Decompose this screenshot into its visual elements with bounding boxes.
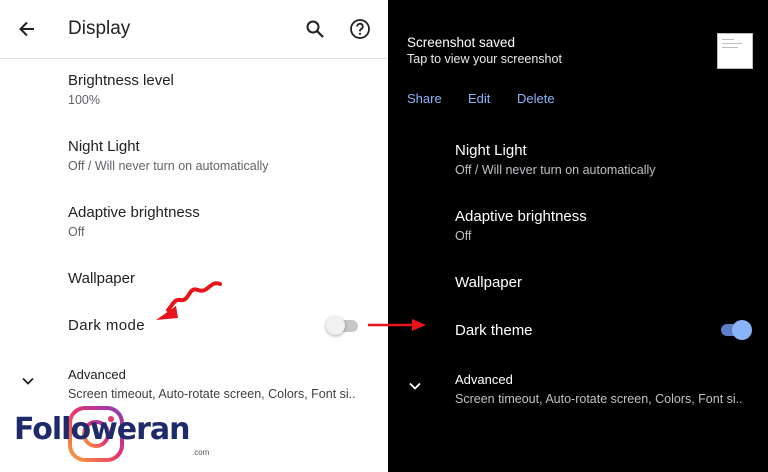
dark-mode-toggle[interactable] [326, 316, 360, 335]
setting-night-light[interactable]: Night Light Off / Will never turn on aut… [68, 138, 269, 174]
setting-summary: Screen timeout, Auto-rotate screen, Colo… [455, 392, 743, 406]
search-icon[interactable] [298, 12, 332, 46]
notification-title[interactable]: Screenshot saved [407, 35, 515, 50]
dark-theme-toggle[interactable] [719, 320, 753, 340]
setting-summary: Off / Will never turn on automatically [455, 163, 656, 177]
chevron-down-icon[interactable] [398, 369, 432, 403]
setting-title: Dark mode [68, 317, 145, 334]
toggle-thumb [326, 316, 345, 335]
setting-adaptive-brightness[interactable]: Adaptive brightness Off [68, 204, 200, 240]
setting-summary: 100% [68, 93, 100, 107]
page-title: Display [68, 18, 131, 39]
chevron-down-icon[interactable] [11, 364, 45, 398]
edit-button[interactable]: Edit [468, 91, 490, 106]
setting-dark-mode[interactable]: Dark mode [68, 317, 145, 335]
setting-summary: Off [68, 225, 85, 239]
setting-title: Advanced [68, 367, 126, 382]
setting-advanced[interactable]: Advanced Screen timeout, Auto-rotate scr… [68, 366, 356, 402]
setting-title: Adaptive brightness [68, 204, 200, 221]
app-bar: Display [0, 0, 388, 59]
setting-adaptive-brightness[interactable]: Adaptive brightness Off [455, 208, 587, 244]
setting-title: Advanced [455, 372, 513, 387]
setting-advanced[interactable]: Advanced Screen timeout, Auto-rotate scr… [455, 371, 751, 407]
setting-title: Wallpaper [455, 274, 522, 291]
setting-title: Adaptive brightness [455, 208, 587, 225]
setting-title: Brightness level [68, 72, 174, 89]
brand-watermark: Followeran .com [14, 402, 209, 466]
setting-brightness-level[interactable]: Brightness level 100% [68, 72, 174, 108]
setting-dark-theme[interactable]: Dark theme [455, 322, 533, 340]
setting-title: Night Light [455, 142, 527, 159]
setting-night-light[interactable]: Night Light Off / Will never turn on aut… [455, 142, 656, 178]
arrow-back-icon[interactable] [10, 12, 44, 46]
screenshot-thumbnail[interactable] [717, 33, 753, 69]
help-icon[interactable] [343, 12, 377, 46]
setting-summary: Screen timeout, Auto-rotate screen, Colo… [68, 387, 356, 401]
delete-button[interactable]: Delete [517, 91, 555, 106]
dark-display-screen: Screenshot saved Tap to view your screen… [388, 0, 768, 472]
setting-wallpaper[interactable]: Wallpaper [455, 274, 522, 292]
setting-title: Night Light [68, 138, 140, 155]
brand-domain: .com [192, 448, 210, 457]
setting-summary: Off / Will never turn on automatically [68, 159, 269, 173]
setting-title: Dark theme [455, 322, 533, 339]
setting-summary: Off [455, 229, 472, 243]
share-button[interactable]: Share [407, 91, 442, 106]
setting-wallpaper[interactable]: Wallpaper [68, 270, 135, 288]
toggle-thumb [732, 320, 752, 340]
brand-wordmark: Followeran [14, 412, 191, 447]
notification-subtitle[interactable]: Tap to view your screenshot [407, 52, 562, 66]
setting-title: Wallpaper [68, 270, 135, 287]
